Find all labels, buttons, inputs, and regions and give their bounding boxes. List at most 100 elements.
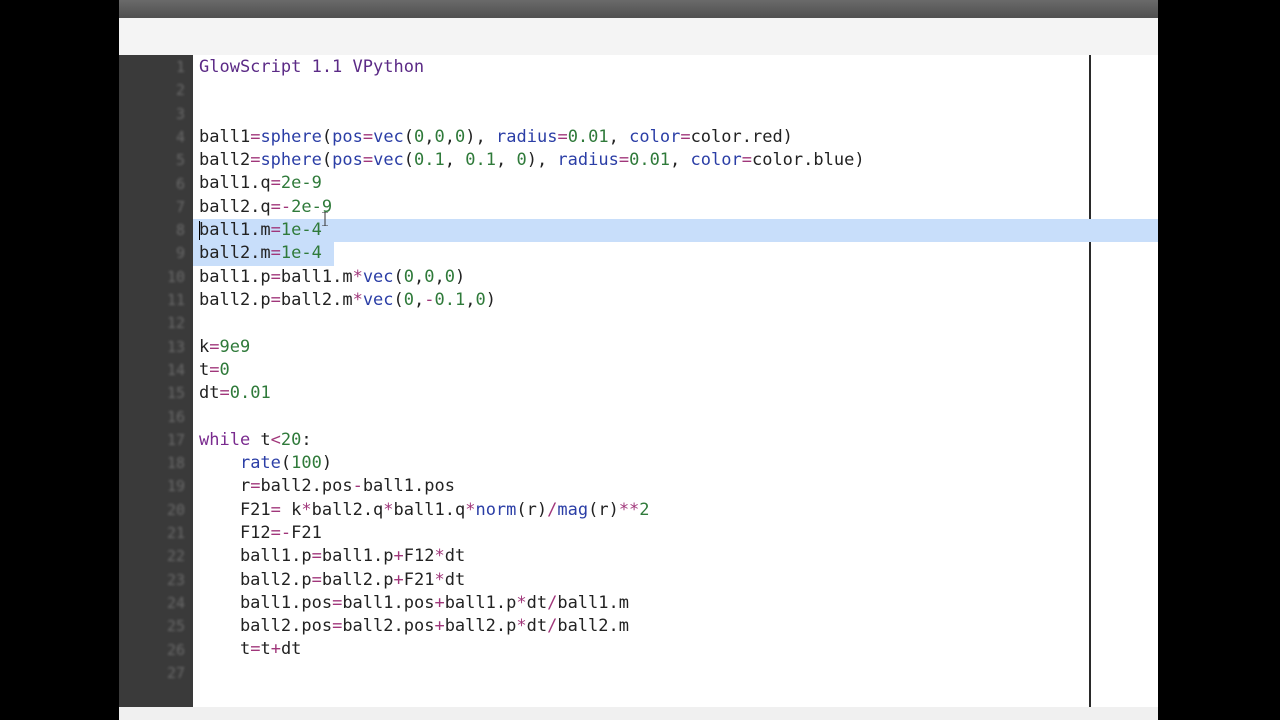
- code-token: +: [434, 592, 445, 613]
- code-token: /: [547, 592, 558, 613]
- code-token: -: [352, 476, 363, 497]
- line-number-gutter: 1 2 3 4 5 6 7 8 9 10 11 12 13 14 15 16 17 18 19 20 21 22 23 24 2…: [119, 55, 193, 707]
- code-token: sphere: [260, 126, 322, 147]
- code-token: =: [270, 266, 281, 287]
- code-line[interactable]: while t<20:: [199, 429, 865, 452]
- line-number: 18: [166, 454, 185, 473]
- code-line[interactable]: [199, 79, 865, 102]
- code-token: 0: [444, 266, 456, 287]
- code-line[interactable]: ball1=sphere(pos=vec(0,0,0), radius=0.01…: [199, 126, 865, 149]
- code-line[interactable]: t=0: [199, 359, 865, 382]
- code-line[interactable]: ball2=sphere(pos=vec(0.1, 0.1, 0), radiu…: [199, 149, 865, 172]
- code-token: ball1.p: [321, 546, 394, 567]
- line-number: 4: [175, 127, 185, 146]
- line-number: 13: [166, 337, 185, 356]
- code-text[interactable]: GlowScript 1.1 VPython ball1=sphere(pos=…: [199, 56, 865, 685]
- line-number: 20: [166, 500, 185, 519]
- line-number: 27: [166, 663, 185, 682]
- code-line[interactable]: ball2.pos=ball2.pos+ball2.p*dt/ball2.m: [199, 615, 865, 638]
- code-line[interactable]: ball2.m=1e-4: [199, 242, 865, 265]
- code-token: :: [301, 429, 312, 450]
- code-token: dt: [526, 616, 548, 637]
- code-line[interactable]: F12=-F21: [199, 522, 865, 545]
- line-number: 15: [166, 384, 185, 403]
- line-number: 24: [166, 593, 185, 612]
- code-line[interactable]: ball1.q=2e-9: [199, 172, 865, 195]
- line-number: 2: [175, 81, 185, 100]
- code-token: 0: [219, 359, 230, 380]
- code-token: 0: [403, 266, 415, 287]
- code-token: ball2.p: [444, 616, 517, 637]
- code-token: ball1.pos: [199, 592, 333, 613]
- code-token: *: [516, 592, 527, 613]
- line-number: 26: [166, 640, 185, 659]
- code-token: ,: [465, 289, 476, 310]
- code-token: *: [301, 499, 312, 520]
- line-number: 22: [166, 547, 185, 566]
- code-token: ,: [434, 266, 445, 287]
- code-token: ball2.m: [199, 243, 271, 264]
- code-line[interactable]: ball2.q=-2e-9: [199, 196, 865, 219]
- code-token: =: [270, 522, 281, 543]
- code-line[interactable]: ball1.p=ball1.p+F12*dt: [199, 545, 865, 568]
- code-token: ball2.q: [199, 196, 271, 217]
- code-line[interactable]: ball2.p=ball2.p+F21*dt: [199, 569, 865, 592]
- code-line[interactable]: [199, 103, 865, 126]
- code-token: ball1.p: [444, 592, 517, 613]
- code-line[interactable]: [199, 662, 865, 685]
- code-token: ball2.pos: [260, 476, 353, 497]
- code-line[interactable]: rate(100): [199, 452, 865, 475]
- code-token: 0: [434, 126, 445, 147]
- code-line[interactable]: GlowScript 1.1 VPython: [199, 56, 865, 79]
- code-token: F21: [403, 569, 435, 590]
- line-number: 16: [166, 407, 185, 426]
- code-token: ball2.m: [280, 289, 353, 310]
- line-number: 12: [166, 314, 185, 333]
- code-line[interactable]: k=9e9: [199, 336, 865, 359]
- code-token: =: [250, 150, 261, 171]
- code-token: =: [250, 476, 261, 497]
- code-token: =: [219, 383, 230, 404]
- code-token: -: [280, 522, 292, 543]
- line-number: 17: [166, 430, 185, 449]
- code-token: =: [741, 150, 752, 171]
- code-line[interactable]: ball1.p=ball1.m*vec(0,0,0): [199, 266, 865, 289]
- code-line[interactable]: ball2.p=ball2.m*vec(0,-0.1,0): [199, 289, 865, 312]
- line-number: 14: [166, 360, 185, 379]
- code-token: pos: [332, 126, 363, 147]
- code-line[interactable]: [199, 405, 865, 428]
- code-token: =: [270, 173, 281, 194]
- code-line[interactable]: [199, 312, 865, 335]
- code-token: *: [465, 499, 476, 520]
- code-token: (: [321, 126, 333, 147]
- code-token: color.blue): [751, 150, 865, 171]
- code-token: ball1.pos: [342, 592, 435, 613]
- code-token: 0: [455, 126, 466, 147]
- code-token: =: [362, 150, 374, 171]
- code-token: ),: [465, 126, 497, 147]
- code-token: color: [690, 150, 742, 171]
- line-number: 21: [166, 524, 185, 542]
- line-number: 9: [175, 244, 185, 263]
- line-number: 8: [175, 221, 185, 240]
- code-line[interactable]: ball1.pos=ball1.pos+ball1.p*dt/ball1.m: [199, 592, 865, 615]
- code-token: =: [270, 243, 281, 264]
- code-token: 0: [403, 289, 415, 310]
- line-number: 5: [175, 151, 185, 170]
- code-token: **: [618, 499, 640, 520]
- code-token: radius: [496, 126, 558, 147]
- code-token: ,: [444, 150, 466, 171]
- code-token: sphere: [260, 150, 322, 171]
- code-line[interactable]: ball1.m=1e-4: [199, 219, 865, 242]
- line-number: 7: [175, 197, 185, 216]
- code-line[interactable]: r=ball2.pos-ball1.pos: [199, 475, 865, 498]
- code-token: rate: [239, 453, 281, 474]
- code-token: ball2.pos: [342, 616, 435, 637]
- code-line[interactable]: dt=0.01: [199, 382, 865, 405]
- code-line[interactable]: F21= k*ball2.q*ball1.q*norm(r)/mag(r)**2: [199, 499, 865, 522]
- code-token: *: [516, 616, 527, 637]
- code-token: dt: [444, 546, 466, 567]
- code-token: *: [383, 499, 394, 520]
- code-line[interactable]: t=t+dt: [199, 638, 865, 661]
